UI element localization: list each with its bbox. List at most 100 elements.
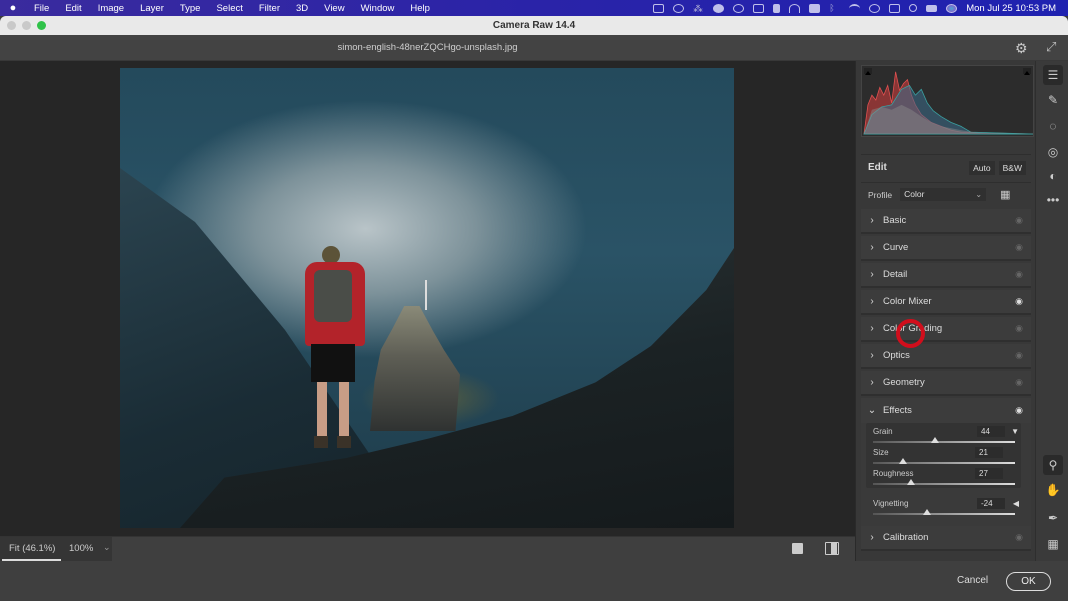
display-icon[interactable] (889, 3, 901, 13)
eye-icon[interactable]: ◉ (1015, 215, 1023, 226)
wifi-icon[interactable] (849, 3, 861, 13)
grain-track[interactable] (873, 441, 1015, 443)
size-value-input[interactable]: 21 (975, 447, 1003, 458)
siri-icon[interactable] (946, 3, 958, 13)
cancel-button[interactable]: Cancel (957, 575, 988, 586)
zoom-dropdown-chevron-icon[interactable]: ⌄ (103, 542, 111, 553)
screen-record-icon[interactable] (653, 3, 665, 13)
healing-brush-icon[interactable]: ✎ (1043, 90, 1063, 110)
activity-monitor-icon[interactable] (673, 3, 685, 13)
image-hiker-backpack (314, 270, 352, 322)
eye-icon[interactable]: ◉ (1015, 242, 1023, 253)
airplay-icon[interactable] (753, 3, 765, 13)
section-effects[interactable]: ⌄ Effects ◉ (861, 398, 1031, 423)
cursor-highlight (896, 319, 925, 348)
fullscreen-icon[interactable]: ⤢ (1046, 39, 1056, 55)
section-basic[interactable]: › Basic ◉ (861, 209, 1031, 234)
section-label: Curve (883, 242, 909, 253)
menu-3d[interactable]: 3D (288, 3, 316, 14)
zoom-fit-button[interactable]: Fit (46.1%) (9, 543, 55, 554)
section-color-mixer[interactable]: › Color Mixer ◉ (861, 290, 1031, 315)
dropbox-icon[interactable]: ⁂ (693, 4, 704, 15)
menu-filter[interactable]: Filter (251, 3, 288, 14)
eye-icon[interactable]: ◉ (1015, 377, 1023, 388)
eye-icon[interactable]: ◉ (1015, 269, 1023, 280)
edit-sliders-icon[interactable]: ☰ (1043, 65, 1063, 85)
roughness-track[interactable] (873, 483, 1015, 485)
zoom-tool-icon[interactable]: ⚲ (1043, 455, 1063, 475)
vignetting-value-input[interactable]: -24 (977, 498, 1005, 509)
image-hiker-leg (339, 382, 349, 440)
bw-button[interactable]: B&W (998, 160, 1026, 175)
menu-help[interactable]: Help (402, 3, 438, 14)
eye-icon[interactable]: ◉ (1015, 405, 1023, 416)
profile-browser-icon[interactable]: ▦ (1000, 188, 1010, 201)
menu-edit[interactable]: Edit (57, 3, 89, 14)
shadow-clipping-icon[interactable] (864, 68, 872, 75)
split-icon[interactable] (809, 3, 821, 13)
menu-layer[interactable]: Layer (132, 3, 172, 14)
arc-icon[interactable] (789, 3, 801, 13)
menu-window[interactable]: Window (353, 3, 403, 14)
user-icon[interactable] (869, 3, 881, 13)
section-curve[interactable]: › Curve ◉ (861, 236, 1031, 261)
single-view-icon[interactable] (792, 543, 803, 554)
red-eye-icon[interactable]: ◎ (1043, 142, 1063, 162)
size-thumb[interactable] (898, 458, 907, 464)
image-hiker-leg (317, 382, 327, 440)
vignetting-thumb[interactable] (922, 509, 931, 515)
image-canvas[interactable] (0, 61, 855, 536)
eye-icon[interactable]: ◉ (1015, 296, 1023, 307)
color-sampler-icon[interactable]: ✒ (1043, 508, 1063, 528)
eye-icon[interactable]: ◉ (1015, 532, 1023, 543)
vignetting-track[interactable] (873, 513, 1015, 515)
menu-image[interactable]: Image (90, 3, 132, 14)
section-color-grading[interactable]: › Color Grading ◉ (861, 317, 1031, 342)
ok-button[interactable]: OK (1006, 572, 1051, 591)
apple-menu-icon[interactable]: ● (0, 2, 26, 14)
grain-collapse-icon[interactable]: ▼ (1011, 427, 1019, 436)
bookmark-icon[interactable] (773, 3, 781, 13)
grain-thumb[interactable] (931, 437, 940, 443)
eye-icon[interactable]: ◉ (1015, 350, 1023, 361)
size-track[interactable] (873, 462, 1015, 464)
auto-button[interactable]: Auto (969, 160, 995, 175)
preview-image[interactable] (120, 68, 734, 528)
control-center-icon[interactable] (926, 4, 938, 12)
menu-view[interactable]: View (316, 3, 352, 14)
section-label: Optics (883, 350, 910, 361)
section-detail[interactable]: › Detail ◉ (861, 263, 1031, 288)
chevron-right-icon: › (870, 532, 874, 543)
section-optics[interactable]: › Optics ◉ (861, 344, 1031, 369)
grid-overlay-icon[interactable]: ▦ (1043, 534, 1063, 554)
zoom-100-button[interactable]: 100% (69, 543, 93, 554)
section-label: Calibration (883, 532, 929, 543)
section-calibration[interactable]: › Calibration ◉ (861, 526, 1031, 551)
vpn-icon[interactable] (713, 3, 725, 13)
roughness-thumb[interactable] (907, 479, 916, 485)
menu-select[interactable]: Select (208, 3, 250, 14)
menubar-clock[interactable]: Mon Jul 25 10:53 PM (966, 3, 1056, 14)
size-label: Size (873, 448, 889, 457)
profile-select[interactable]: Color ⌄ (900, 188, 987, 201)
eye-icon[interactable]: ◉ (1015, 323, 1023, 334)
menu-file[interactable]: File (26, 3, 57, 14)
presets-icon[interactable]: ◐ (1043, 166, 1063, 186)
screencast-icon[interactable] (733, 3, 745, 13)
before-after-icon[interactable] (825, 542, 839, 555)
menu-type[interactable]: Type (172, 3, 209, 14)
gear-icon[interactable]: ⚙ (1015, 40, 1028, 57)
hand-tool-icon[interactable]: ✋ (1043, 480, 1063, 500)
highlight-clipping-icon[interactable] (1023, 68, 1031, 75)
grain-value-input[interactable]: 44 (977, 426, 1005, 437)
menu-bar: ● Photoshop File Edit Image Layer Type S… (0, 0, 1068, 601)
section-geometry[interactable]: › Geometry ◉ (861, 371, 1031, 396)
bluetooth-icon[interactable]: ᛒ (829, 3, 840, 13)
vignetting-expand-icon[interactable]: ◀ (1013, 499, 1019, 508)
more-icon[interactable]: ••• (1043, 190, 1063, 210)
roughness-value-input[interactable]: 27 (975, 468, 1003, 479)
chevron-right-icon: › (870, 350, 874, 361)
masking-icon[interactable]: ◌ (1043, 116, 1063, 136)
chevron-right-icon: › (870, 242, 874, 253)
search-icon[interactable] (909, 4, 918, 12)
